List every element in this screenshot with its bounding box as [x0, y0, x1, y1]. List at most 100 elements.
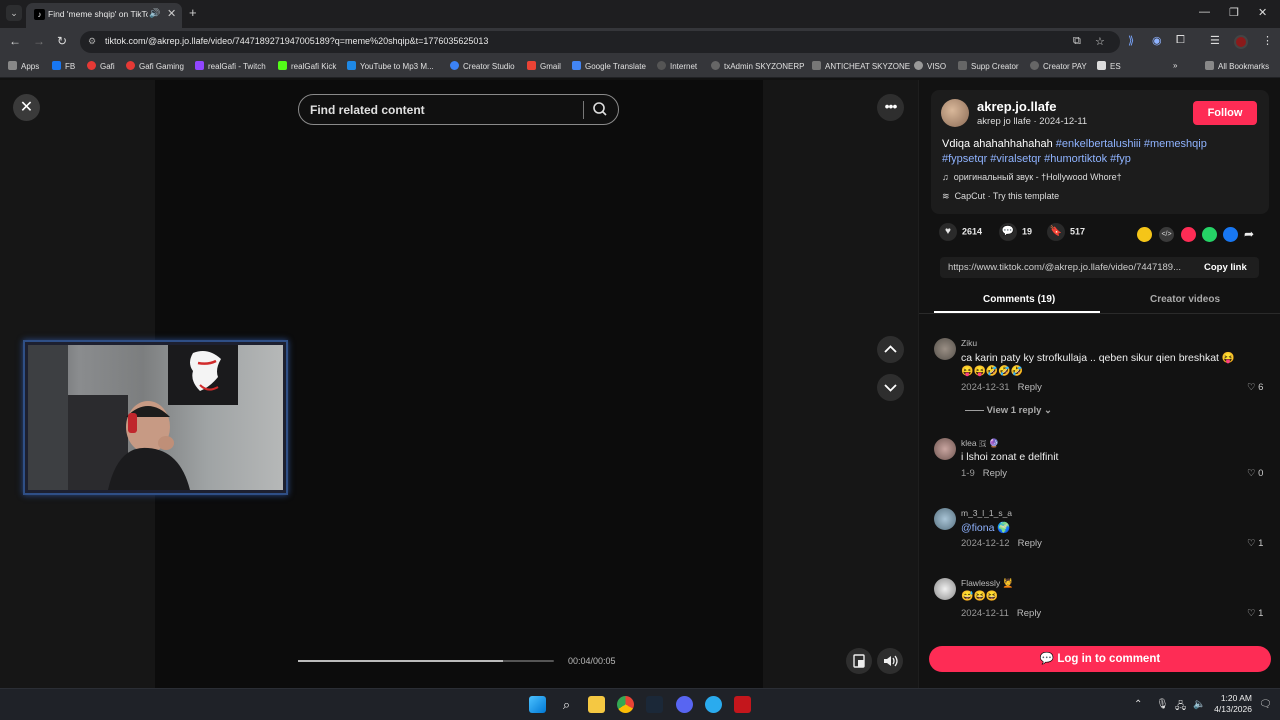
bookmark-apps[interactable]: Apps [8, 61, 39, 71]
bookmark-internet[interactable]: Internet [657, 61, 697, 71]
video-progress-bar[interactable] [298, 660, 554, 662]
microphone-icon[interactable]: 🎙 [1156, 699, 1169, 710]
telegram-icon[interactable] [705, 696, 722, 713]
comment-like-button[interactable]: ♡ 6 [1247, 382, 1263, 393]
window-close-button[interactable]: ✕ [1258, 6, 1267, 19]
tab-close-icon[interactable]: ✕ [167, 7, 176, 20]
facebook-icon[interactable] [1223, 227, 1238, 242]
music-link[interactable]: ♫ оригинальный звук - †Hollywood Whore† [942, 172, 1122, 182]
bookmark-realgafi-twitch[interactable]: realGafi - Twitch [195, 61, 266, 71]
bookmark-creator-studio[interactable]: Creator Studio [450, 61, 515, 71]
browser-tab[interactable]: ♪ Find 'meme shqip' on TikTok 🔊 ✕ [26, 3, 182, 28]
speaker-icon[interactable]: 🔊 [149, 8, 160, 19]
share-arrow-icon[interactable]: ➦ [1244, 227, 1259, 242]
volume-tray-icon[interactable]: 🔈 [1193, 699, 1205, 710]
steam-icon[interactable] [646, 696, 663, 713]
forward-button[interactable]: → [33, 34, 45, 48]
browser-menu-icon[interactable]: ⋮ [1262, 34, 1273, 47]
embed-icon[interactable]: </> [1159, 227, 1174, 242]
install-app-icon[interactable]: ⧉ [1073, 35, 1081, 48]
chrome-icon[interactable] [617, 696, 634, 713]
comment-avatar[interactable] [934, 438, 956, 460]
bookmark-supp-creator[interactable]: Supp Creator [958, 61, 1019, 71]
search-icon[interactable] [591, 100, 609, 118]
comment-username[interactable]: Flawlessly 💆 [961, 578, 1013, 589]
share-link-url[interactable]: https://www.tiktok.com/@akrep.jo.llafe/v… [948, 262, 1193, 273]
bookmark-gmail[interactable]: Gmail [527, 61, 561, 71]
hashtags-line-2[interactable]: #fypsetqr #viralsetqr #humortiktok #fyp [942, 153, 1131, 165]
extension-icon[interactable]: ⟫ [1128, 34, 1134, 47]
copy-link-button[interactable]: Copy link [1204, 262, 1247, 273]
related-search-box[interactable]: Find related content [298, 94, 619, 125]
profile-avatar[interactable] [1234, 35, 1248, 49]
bookmarks-overflow-icon[interactable]: » [1173, 61, 1177, 70]
bookmark-anticheat[interactable]: ANTICHEAT SKYZONE [812, 61, 910, 71]
discord-icon[interactable] [676, 696, 693, 713]
tab-comments[interactable]: Comments (19) [983, 294, 1055, 305]
capcut-link[interactable]: ≋ CapCut · Try this template [942, 191, 1059, 202]
creator-handle[interactable]: akrep.jo.llafe [977, 99, 1056, 114]
repost-icon[interactable] [1137, 227, 1152, 242]
all-bookmarks[interactable]: All Bookmarks [1205, 61, 1269, 71]
bookmark-viso[interactable]: VISO [914, 61, 946, 71]
creator-avatar[interactable] [941, 99, 969, 127]
comment-username[interactable]: klea 🇬 🔮 [961, 438, 999, 449]
bookmark-fb[interactable]: FB [52, 61, 75, 71]
minimize-button[interactable]: — [1199, 6, 1210, 18]
comment-like-button[interactable]: ♡ 1 [1247, 538, 1263, 549]
save-button[interactable]: 🔖 517 [1047, 223, 1085, 241]
start-menu-icon[interactable] [529, 696, 546, 713]
reload-button[interactable]: ↻ [57, 34, 67, 48]
volume-button[interactable] [877, 648, 903, 674]
pip-button[interactable] [846, 648, 872, 674]
reply-button[interactable]: Reply [1018, 538, 1042, 549]
notification-icon[interactable]: 🗨 [1259, 699, 1272, 710]
comment-avatar[interactable] [934, 338, 956, 360]
comment-like-button[interactable]: ♡ 1 [1247, 608, 1263, 619]
network-icon[interactable]: 🖧 [1175, 699, 1186, 716]
new-tab-button[interactable]: + [189, 6, 197, 20]
system-clock[interactable]: 1:20 AM 4/13/2026 [1210, 693, 1252, 715]
follow-button[interactable]: Follow [1193, 101, 1257, 125]
send-icon[interactable] [1181, 227, 1196, 242]
adobe-icon[interactable] [734, 696, 751, 713]
next-video-button[interactable] [877, 374, 904, 401]
taskbar-search-icon[interactable]: ⌕ [558, 696, 575, 713]
comment-username[interactable]: Ziku [961, 338, 977, 348]
like-button[interactable]: ♥ 2614 [939, 223, 982, 241]
search-input[interactable]: Find related content [310, 103, 425, 117]
file-explorer-icon[interactable] [588, 696, 605, 713]
hashtags-line-1[interactable]: #enkelbertalushiii #memeshqip [1056, 138, 1207, 150]
tab-search-button[interactable]: ⌄ [6, 5, 22, 21]
comment-username[interactable]: m_3_l_1_s_a [961, 508, 1012, 518]
comment-text[interactable]: @fiona 🌍 [961, 521, 1010, 534]
extension-2-icon[interactable]: ◉ [1152, 34, 1162, 47]
bookmark-creator-pay[interactable]: Creator PAY [1030, 61, 1087, 71]
back-button[interactable]: ← [9, 34, 21, 48]
bookmark-realgafi-kick[interactable]: realGafi Kick [278, 61, 336, 71]
tab-list-icon[interactable]: ☰ [1210, 34, 1220, 47]
bookmark-gafi-gaming[interactable]: Gafi Gaming [126, 61, 184, 71]
address-bar[interactable]: ⚙ tiktok.com/@akrep.jo.llafe/video/74471… [80, 31, 1120, 53]
view-replies-button[interactable]: —— View 1 reply ⌄ [965, 405, 1052, 416]
bookmark-star-icon[interactable]: ☆ [1095, 35, 1105, 48]
tray-overflow-icon[interactable]: ⌃ [1134, 699, 1142, 710]
more-options-icon[interactable]: ••• [877, 94, 904, 121]
bookmark-txadmin[interactable]: txAdmin SKYZONERP [711, 61, 804, 71]
extensions-puzzle-icon[interactable]: ⧠ [1176, 34, 1185, 47]
tab-creator-videos[interactable]: Creator videos [1150, 294, 1220, 305]
comment-avatar[interactable] [934, 508, 956, 530]
previous-video-button[interactable] [877, 336, 904, 363]
bookmark-google-translate[interactable]: Google Translate [572, 61, 646, 71]
site-info-icon[interactable]: ⚙ [88, 36, 96, 47]
bookmark-es[interactable]: ES [1097, 61, 1121, 71]
reply-button[interactable]: Reply [1017, 608, 1041, 619]
reply-button[interactable]: Reply [983, 468, 1007, 479]
comment-like-button[interactable]: ♡ 0 [1247, 468, 1263, 479]
reply-button[interactable]: Reply [1018, 382, 1042, 393]
whatsapp-icon[interactable] [1202, 227, 1217, 242]
comment-avatar[interactable] [934, 578, 956, 600]
comment-button[interactable]: 💬 19 [999, 223, 1032, 241]
close-video-button[interactable]: ✕ [13, 94, 40, 121]
login-to-comment-button[interactable]: 💬 Log in to comment [929, 646, 1271, 672]
